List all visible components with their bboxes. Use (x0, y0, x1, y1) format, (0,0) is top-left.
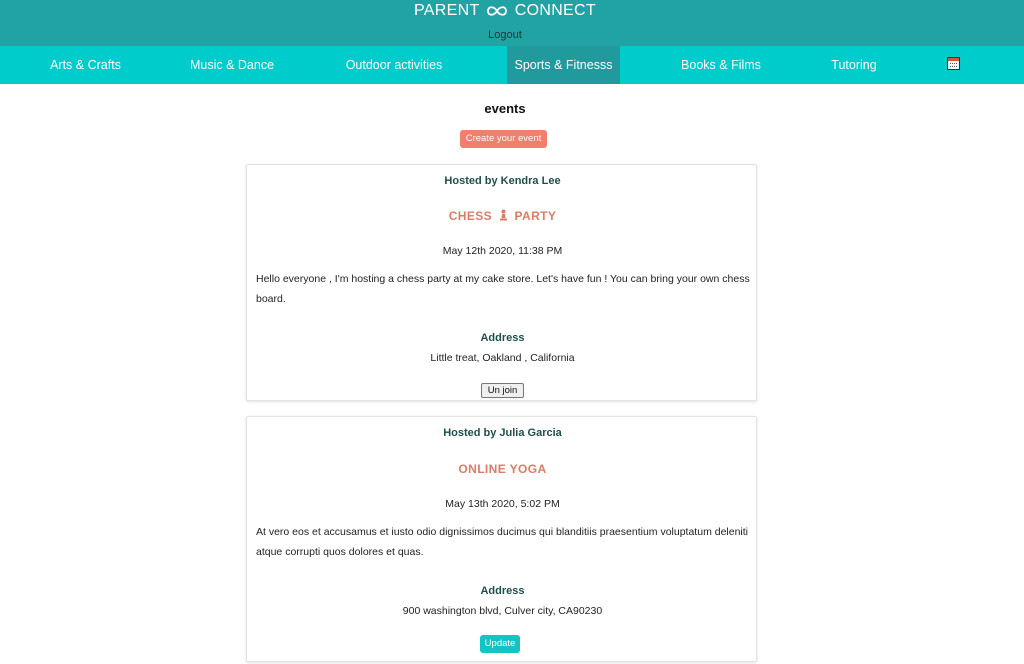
event-address: Little treat, Oakland , California (430, 352, 575, 364)
event-card: Hosted by Kendra Lee CHESS PARTY May 12t… (246, 164, 757, 401)
chess-pawn-icon (499, 209, 508, 224)
nav-item-tutoring[interactable]: Tutoring (818, 46, 890, 84)
top-header: PARENT CONNECT Logout (0, 0, 1024, 46)
nav-item-music-dance[interactable]: Music & Dance (182, 46, 282, 84)
calendar-icon[interactable] (947, 57, 960, 70)
event-title: CHESS PARTY (247, 209, 758, 224)
update-button[interactable]: Update (480, 635, 520, 653)
event-date: May 13th 2020, 5:02 PM (445, 498, 560, 510)
category-nav: Arts & Crafts Music & Dance Outdoor acti… (0, 46, 1024, 84)
create-event-button[interactable]: Create your event (460, 130, 547, 148)
event-date: May 12th 2020, 11:38 PM (442, 245, 563, 257)
brand-name-left: PARENT (414, 2, 480, 19)
event-card: Hosted by Julia Garcia ONLINE YOGA May 1… (246, 416, 757, 662)
event-title-right: PARTY (514, 209, 557, 223)
event-description: Hello everyone , I'm hosting a chess par… (256, 273, 750, 305)
event-host: Hosted by Kendra Lee (444, 175, 561, 187)
event-title-left: CHESS (448, 209, 493, 223)
event-address: 900 washington blvd, Culver city, CA9023… (402, 605, 603, 617)
infinity-icon (486, 4, 508, 23)
address-label: Address (480, 332, 525, 344)
unjoin-button[interactable]: Un join (481, 383, 524, 398)
address-label: Address (480, 585, 525, 597)
brand-logo[interactable]: PARENT CONNECT (0, 2, 1010, 23)
event-host: Hosted by Julia Garcia (443, 427, 562, 439)
logout-link[interactable]: Logout (0, 29, 1010, 41)
event-title: ONLINE YOGA (458, 462, 547, 476)
nav-item-sports-fitness[interactable]: Sports & Fitnesss (507, 46, 620, 84)
nav-item-outdoor-activities[interactable]: Outdoor activities (334, 46, 454, 84)
nav-item-books-films[interactable]: Books & Films (671, 46, 771, 84)
nav-item-arts-crafts[interactable]: Arts & Crafts (38, 46, 133, 84)
event-description: At vero eos et accusamus et iusto odio d… (256, 526, 749, 558)
brand-name-right: CONNECT (514, 2, 596, 19)
page-title: events (484, 101, 526, 116)
